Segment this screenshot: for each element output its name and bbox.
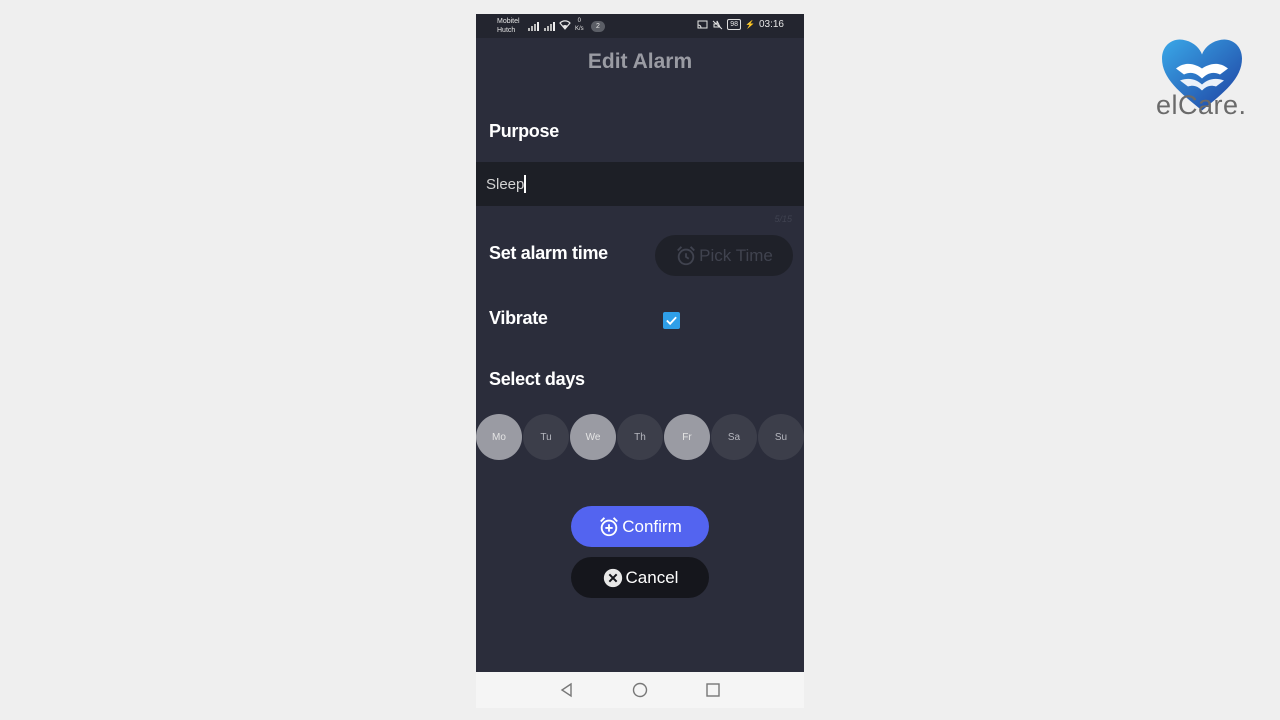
network-speed: 0 K/s <box>575 17 584 33</box>
navigation-bar <box>476 672 804 708</box>
pick-time-label: Pick Time <box>699 245 773 265</box>
logo-text: elCare. <box>1156 90 1247 120</box>
cast-icon <box>697 20 708 29</box>
carrier-name-2: Hutch <box>497 27 516 34</box>
alarm-clock-icon <box>677 245 696 265</box>
day-sa[interactable]: Sa <box>711 414 757 460</box>
text-cursor <box>524 175 526 193</box>
confirm-label: Confirm <box>622 516 682 536</box>
vibrate-checkbox[interactable] <box>663 312 680 329</box>
mute-icon <box>712 20 723 29</box>
signal-icon-1 <box>528 22 539 31</box>
circle-home-icon[interactable] <box>631 681 649 699</box>
confirm-button[interactable]: Confirm <box>571 506 709 547</box>
day-mo[interactable]: Mo <box>476 414 522 460</box>
day-selector: Mo Tu We Th Fr Sa Su <box>476 414 804 460</box>
charging-icon: ⚡ <box>745 20 755 29</box>
close-circle-icon <box>603 568 622 587</box>
battery-indicator: 98 <box>727 19 741 30</box>
carrier-info: Mobitel Hutch <box>497 17 520 35</box>
network-speed-value: 0 <box>577 18 581 24</box>
triangle-back-icon[interactable] <box>558 681 576 699</box>
day-su[interactable]: Su <box>758 414 804 460</box>
page-title: Edit Alarm <box>587 50 693 73</box>
square-recents-icon[interactable] <box>704 681 722 699</box>
signal-icon-2 <box>544 22 555 31</box>
carrier-name-1: Mobitel <box>497 18 520 25</box>
alarm-add-icon <box>600 516 619 536</box>
day-we[interactable]: We <box>570 414 616 460</box>
network-speed-unit: K/s <box>575 26 584 32</box>
check-icon <box>666 316 677 326</box>
status-right: 98 ⚡ 03:16 <box>697 19 784 30</box>
character-counter: 5/15 <box>774 214 792 224</box>
status-bar: Mobitel Hutch 0 K/s 2 98 ⚡ 03:16 <box>476 14 804 38</box>
pick-time-button[interactable]: Pick Time <box>655 235 793 276</box>
purpose-input-container[interactable] <box>476 162 804 206</box>
vibrate-label: Vibrate <box>489 308 548 328</box>
select-days-label: Select days <box>489 369 585 389</box>
wifi-icon <box>559 20 571 30</box>
day-th[interactable]: Th <box>617 414 663 460</box>
clock: 03:16 <box>758 19 784 30</box>
cancel-button[interactable]: Cancel <box>571 557 709 598</box>
notification-badge: 2 <box>591 21 605 32</box>
day-tu[interactable]: Tu <box>523 414 569 460</box>
alarm-time-label: Set alarm time <box>489 243 608 263</box>
phone-screen: Mobitel Hutch 0 K/s 2 98 ⚡ 03:16 Edit Al… <box>476 14 804 708</box>
purpose-label: Purpose <box>489 121 559 141</box>
cancel-label: Cancel <box>625 567 679 587</box>
day-fr[interactable]: Fr <box>664 414 710 460</box>
